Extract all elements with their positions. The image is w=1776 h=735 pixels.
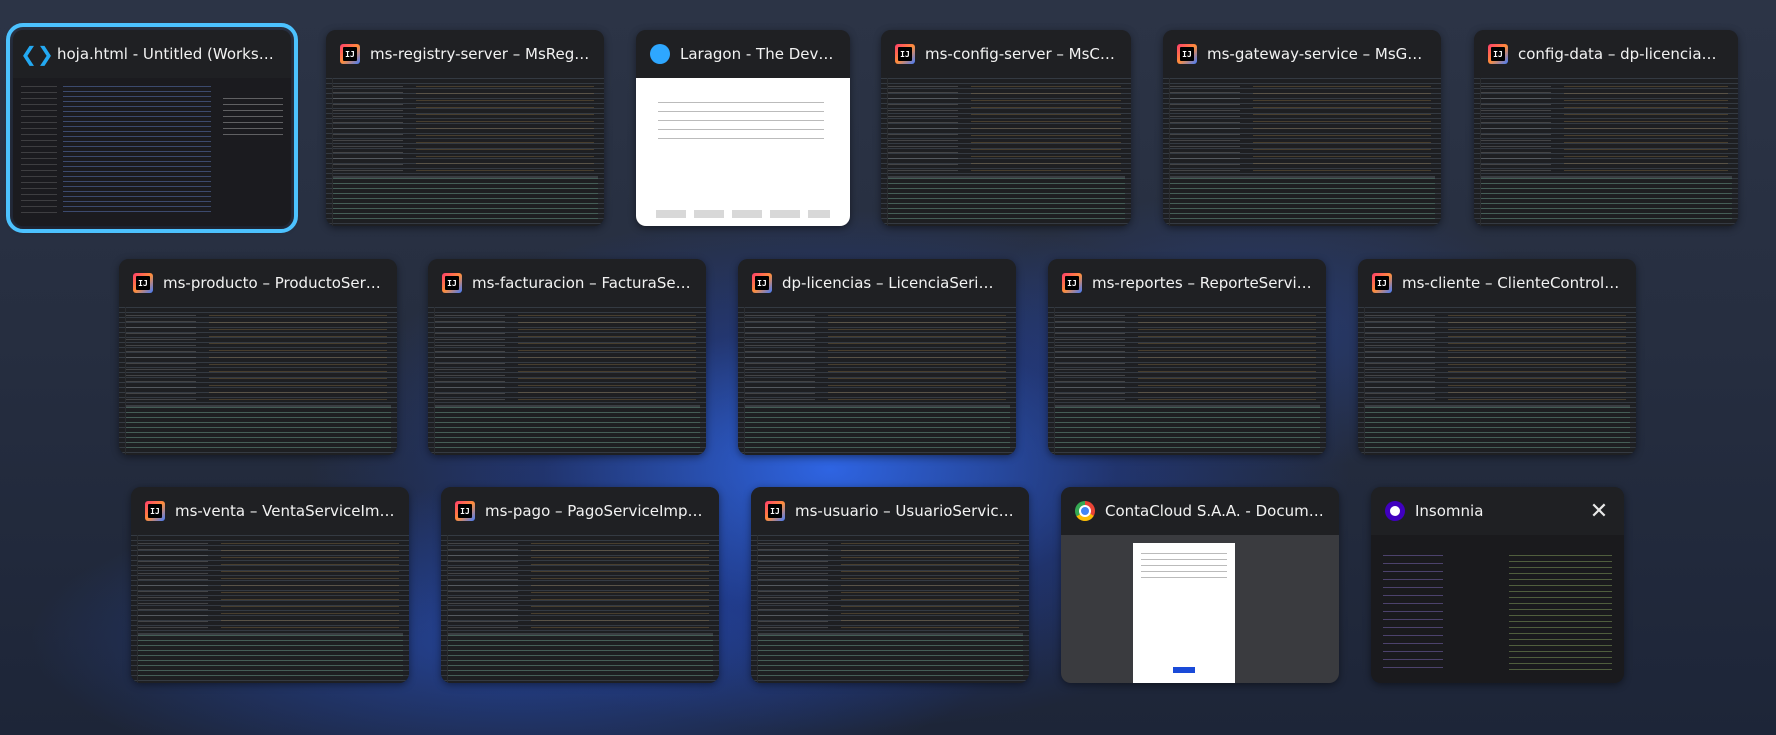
window-title: ms-registry-server – MsRegistr... <box>370 45 590 63</box>
window-thumbnail-hoja-html[interactable]: ❮❯ hoja.html - Untitled (Workspac... <box>6 23 298 233</box>
window-thumbnail-ms-reportes[interactable]: IJ ms-reportes – ReporteServiceI... <box>1048 259 1326 455</box>
intellij-icon: IJ <box>752 273 772 293</box>
window-title: Laragon - The Dev E... <box>680 45 836 63</box>
laragon-icon <box>650 44 670 64</box>
window-title: ms-gateway-service – MsGate... <box>1207 45 1427 63</box>
window-thumbnail-ms-facturacion[interactable]: IJ ms-facturacion – FacturaServic... <box>428 259 706 455</box>
window-title: ContaCloud S.A.A. - Document... <box>1105 502 1325 520</box>
intellij-icon: IJ <box>1177 44 1197 64</box>
window-title: hoja.html - Untitled (Workspac... <box>57 45 277 63</box>
window-preview <box>441 535 719 683</box>
task-view: { "windows": [ {"title": "hoja.html - Un… <box>0 0 1776 735</box>
window-preview <box>1048 307 1326 455</box>
window-title: ms-venta – VentaServiceImpl.j... <box>175 502 395 520</box>
window-title: dp-licencias – LicenciaSeriveIm... <box>782 274 1002 292</box>
window-title: Insomnia <box>1415 502 1484 520</box>
window-thumbnail-config-data[interactable]: IJ config-data – dp-licencias.yml <box>1474 30 1738 226</box>
vscode-icon: ❮❯ <box>20 42 54 66</box>
window-preview <box>1163 78 1441 226</box>
window-title: ms-facturacion – FacturaServic... <box>472 274 692 292</box>
window-preview <box>1358 307 1636 455</box>
window-title: ms-config-server – MsCon... <box>925 45 1117 63</box>
window-thumbnail-ms-cliente[interactable]: IJ ms-cliente – ClienteController.j... <box>1358 259 1636 455</box>
close-icon[interactable]: ✕ <box>1588 499 1610 524</box>
window-thumbnail-laragon[interactable]: Laragon - The Dev E... <box>636 30 850 226</box>
intellij-icon: IJ <box>895 44 915 64</box>
window-thumbnail-ms-registry-server[interactable]: IJ ms-registry-server – MsRegistr... <box>326 30 604 226</box>
window-preview <box>326 78 604 226</box>
window-thumbnail-ms-venta[interactable]: IJ ms-venta – VentaServiceImpl.j... <box>131 487 409 683</box>
window-preview <box>131 535 409 683</box>
intellij-icon: IJ <box>1372 273 1392 293</box>
window-preview <box>119 307 397 455</box>
window-thumbnail-contacloud[interactable]: ContaCloud S.A.A. - Document... <box>1061 487 1339 683</box>
intellij-icon: IJ <box>455 501 475 521</box>
window-preview <box>751 535 1029 683</box>
intellij-icon: IJ <box>340 44 360 64</box>
window-title: config-data – dp-licencias.yml <box>1518 45 1724 63</box>
window-thumbnail-ms-pago[interactable]: IJ ms-pago – PagoServiceImpl.java <box>441 487 719 683</box>
window-title: ms-cliente – ClienteController.j... <box>1402 274 1622 292</box>
window-title: ms-pago – PagoServiceImpl.java <box>485 502 705 520</box>
window-thumbnail-ms-config-server[interactable]: IJ ms-config-server – MsCon... <box>881 30 1131 226</box>
window-thumbnail-ms-gateway-service[interactable]: IJ ms-gateway-service – MsGate... <box>1163 30 1441 226</box>
intellij-icon: IJ <box>133 273 153 293</box>
intellij-icon: IJ <box>1488 44 1508 64</box>
window-title: ms-producto – ProductoServic... <box>163 274 383 292</box>
chrome-icon <box>1075 501 1095 521</box>
window-preview <box>1371 535 1624 683</box>
window-preview <box>428 307 706 455</box>
window-preview <box>1061 535 1339 683</box>
window-title: ms-usuario – UsuarioServiceIm... <box>795 502 1015 520</box>
window-preview <box>738 307 1016 455</box>
intellij-icon: IJ <box>765 501 785 521</box>
window-preview <box>881 78 1131 226</box>
intellij-icon: IJ <box>442 273 462 293</box>
window-preview <box>636 78 850 226</box>
window-preview <box>13 78 291 226</box>
window-thumbnail-ms-producto[interactable]: IJ ms-producto – ProductoServic... <box>119 259 397 455</box>
window-preview <box>1474 78 1738 226</box>
window-thumbnail-dp-licencias[interactable]: IJ dp-licencias – LicenciaSeriveIm... <box>738 259 1016 455</box>
window-title: ms-reportes – ReporteServiceI... <box>1092 274 1312 292</box>
intellij-icon: IJ <box>1062 273 1082 293</box>
intellij-icon: IJ <box>145 501 165 521</box>
insomnia-icon <box>1385 501 1405 521</box>
window-thumbnail-insomnia[interactable]: Insomnia ✕ <box>1371 487 1624 683</box>
window-thumbnail-ms-usuario[interactable]: IJ ms-usuario – UsuarioServiceIm... <box>751 487 1029 683</box>
